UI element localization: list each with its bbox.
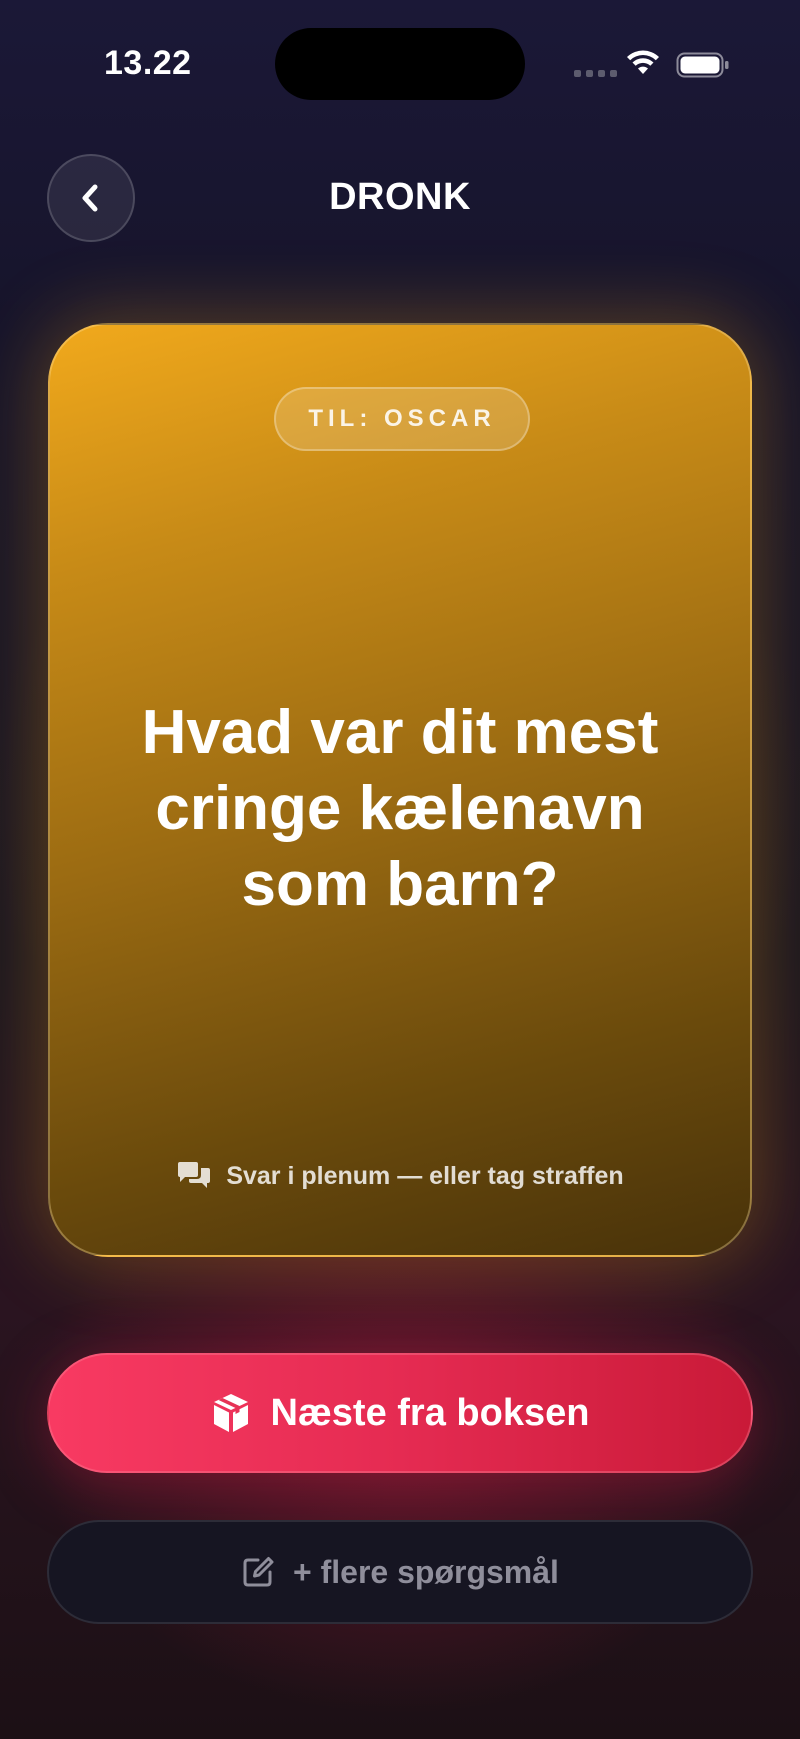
dynamic-island	[275, 28, 525, 100]
more-questions-button[interactable]: + flere spørgsmål	[47, 1520, 753, 1624]
edit-icon	[243, 1557, 274, 1587]
recipient-badge: TIL: OSCAR	[274, 387, 530, 451]
wifi-icon	[627, 50, 659, 74]
more-questions-label: + flere spørgsmål	[293, 1553, 559, 1590]
answer-hint-text: Svar i plenum — eller tag straffen	[226, 1161, 624, 1190]
question-text: Hvad var dit mest cringe kælenavn som ba…	[141, 698, 659, 919]
next-from-box-button[interactable]: Næste fra boksen	[47, 1353, 753, 1473]
answer-hint: Svar i plenum — eller tag straffen	[50, 1161, 750, 1191]
battery-icon	[676, 52, 729, 78]
page-title: DRONK	[329, 176, 471, 218]
cellular-signal-icon	[574, 70, 617, 77]
status-time: 13.22	[104, 44, 192, 82]
question-card[interactable]: TIL: OSCAR Hvad var dit mest cringe kæle…	[48, 323, 752, 1257]
box-icon	[213, 1394, 248, 1432]
chat-bubbles-icon	[178, 1162, 211, 1188]
next-button-label: Næste fra boksen	[270, 1391, 590, 1434]
